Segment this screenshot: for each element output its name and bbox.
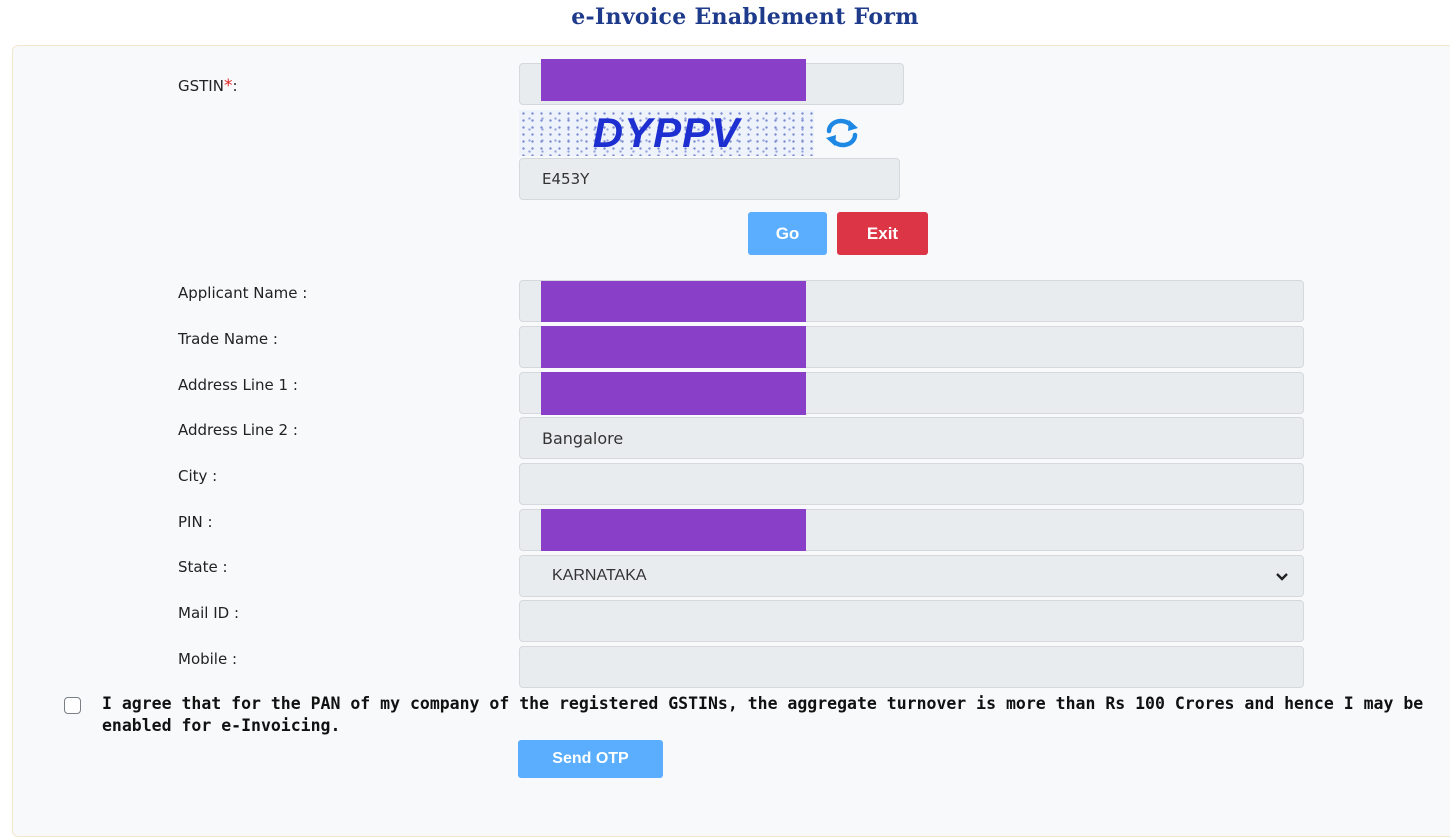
agreement-text: I agree that for the PAN of my company o…: [102, 694, 1424, 735]
refresh-icon[interactable]: [822, 116, 862, 150]
address-line-2-field[interactable]: Bangalore: [519, 417, 1304, 459]
mobile-field[interactable]: [519, 646, 1304, 688]
captcha-image: DYPPV: [519, 109, 814, 156]
address-line-2-label: Address Line 2 :: [178, 421, 298, 439]
exit-button[interactable]: Exit: [837, 212, 928, 255]
city-field[interactable]: [519, 463, 1304, 505]
mail-id-field[interactable]: [519, 600, 1304, 642]
redaction-block: [541, 281, 806, 322]
gstin-label: GSTIN*:: [178, 76, 238, 96]
page-title: e-Invoice Enablement Form: [571, 4, 919, 30]
state-select[interactable]: KARNATAKA: [519, 555, 1304, 597]
mail-id-label: Mail ID :: [178, 604, 240, 622]
redaction-block: [541, 59, 806, 101]
redaction-block: [541, 509, 806, 551]
address-line-1-label: Address Line 1 :: [178, 376, 298, 394]
chevron-down-icon: [1276, 573, 1288, 581]
send-otp-button[interactable]: Send OTP: [518, 740, 663, 778]
redaction-block: [541, 326, 806, 368]
pin-label: PIN :: [178, 513, 213, 531]
state-value: KARNATAKA: [552, 567, 647, 584]
mobile-label: Mobile :: [178, 650, 238, 668]
city-label: City :: [178, 467, 218, 485]
agree-checkbox[interactable]: [64, 697, 81, 714]
go-button[interactable]: Go: [748, 212, 827, 255]
redaction-block: [541, 372, 806, 415]
applicant-name-label: Applicant Name :: [178, 284, 308, 302]
trade-name-label: Trade Name :: [178, 330, 278, 348]
captcha-input[interactable]: E453Y: [519, 158, 900, 200]
state-label: State :: [178, 558, 228, 576]
